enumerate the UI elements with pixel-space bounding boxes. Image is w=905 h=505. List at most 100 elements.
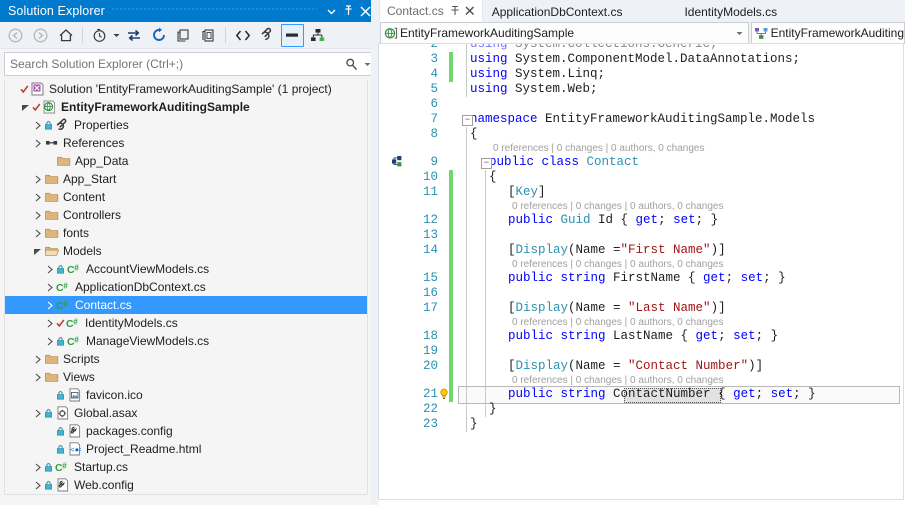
expander-collapsed-icon[interactable] (44, 332, 55, 350)
back-icon[interactable] (4, 24, 27, 47)
pending-changes-icon[interactable] (88, 24, 111, 47)
tree-item[interactable]: C # AccountViewModels.cs (5, 260, 367, 278)
code-token: { (470, 127, 478, 141)
tree-item[interactable]: Properties (5, 116, 367, 134)
csharp-file-icon: C # (55, 296, 72, 314)
pending-changes-caret-icon[interactable] (112, 25, 121, 46)
tree-item[interactable]: Models (5, 242, 367, 260)
tree-item[interactable]: fonts (5, 224, 367, 242)
code-line[interactable]: using System.Linq; (470, 67, 605, 82)
tree-item-selected[interactable]: C # Contact.cs (5, 296, 367, 314)
tab-close-icon[interactable] (465, 6, 475, 16)
lock-icon (55, 422, 66, 440)
code-line[interactable]: using System.ComponentModel.DataAnnotati… (470, 52, 800, 67)
navbar-type-dropdown[interactable]: EntityFrameworkAuditing (750, 22, 905, 44)
expander-collapsed-icon[interactable] (32, 458, 43, 476)
expander-expanded-icon[interactable] (32, 242, 43, 260)
tree-item[interactable]: Solution 'EntityFrameworkAuditingSample'… (5, 80, 367, 98)
solution-tree[interactable]: Solution 'EntityFrameworkAuditingSample'… (4, 80, 368, 495)
tree-item[interactable]: <●> Project_Readme.html (5, 440, 367, 458)
codelens-changes-icon[interactable] (392, 156, 402, 170)
code-line[interactable]: using System.Web; (470, 82, 598, 97)
editor-tab[interactable]: IdentityModels.cs (677, 1, 784, 22)
code-line[interactable]: using System.Collections.Generic; (470, 44, 718, 52)
expander-collapsed-icon[interactable] (32, 206, 43, 224)
code-line[interactable]: [Key] (508, 185, 546, 200)
outlining-collapse-icon[interactable]: − (462, 115, 473, 126)
refresh-icon[interactable] (147, 24, 170, 47)
tree-item[interactable]: Web.config (5, 476, 367, 494)
search-input[interactable] (5, 57, 341, 71)
show-all-files-icon[interactable] (197, 24, 220, 47)
code-line[interactable]: { (470, 127, 478, 142)
view-code-icon[interactable] (231, 24, 254, 47)
codelens-indicator[interactable]: 0 references | 0 changes | 0 authors, 0 … (512, 200, 723, 213)
tree-item[interactable]: App_Data (5, 152, 367, 170)
code-line[interactable]: } (470, 417, 478, 432)
tree-item[interactable]: App_Start (5, 170, 367, 188)
navbar-project-dropdown[interactable]: EntityFrameworkAuditingSample (380, 22, 749, 44)
forward-icon[interactable] (29, 24, 52, 47)
expander-collapsed-icon[interactable] (32, 134, 43, 152)
tree-item[interactable]: Scripts (5, 350, 367, 368)
tree-item[interactable]: Views (5, 368, 367, 386)
properties-icon[interactable] (256, 24, 279, 47)
tree-item[interactable]: C # IdentityModels.cs (5, 314, 367, 332)
expander-collapsed-icon[interactable] (44, 314, 55, 332)
code-token: )] (710, 301, 726, 315)
tree-item[interactable]: favicon.ico (5, 386, 367, 404)
panel-splitter[interactable] (371, 0, 378, 505)
code-line[interactable]: } (489, 402, 497, 417)
codelens-indicator[interactable]: 0 references | 0 changes | 0 authors, 0 … (512, 316, 723, 329)
code-line[interactable]: { (489, 170, 497, 185)
codelens-indicator[interactable]: 0 references | 0 changes | 0 authors, 0 … (512, 258, 723, 271)
home-icon[interactable] (54, 24, 77, 47)
expander-collapsed-icon[interactable] (32, 404, 43, 422)
search-icon[interactable] (341, 58, 361, 71)
code-line[interactable]: public Guid Id { get; set; } (508, 213, 718, 228)
expander-collapsed-icon[interactable] (32, 476, 43, 494)
code-line[interactable]: [Display(Name = "Last Name")] (508, 301, 726, 316)
tree-item[interactable]: C # ManageViewModels.cs (5, 332, 367, 350)
code-line[interactable]: namespace EntityFrameworkAuditingSample.… (470, 112, 815, 127)
expander-collapsed-icon[interactable] (32, 368, 43, 386)
editor-tab-active[interactable]: Contact.cs (379, 0, 483, 22)
tab-pin-icon[interactable] (450, 5, 460, 16)
tree-item[interactable]: Global.asax (5, 404, 367, 422)
expander-collapsed-icon[interactable] (44, 260, 55, 278)
tree-item[interactable]: C # Startup.cs (5, 458, 367, 476)
code-line[interactable]: [Display(Name = "Contact Number")] (508, 359, 763, 374)
expander-expanded-icon[interactable] (20, 98, 31, 116)
outlining-collapse-icon[interactable]: − (481, 158, 492, 169)
tree-item[interactable]: References (5, 134, 367, 152)
expander-collapsed-icon[interactable] (32, 224, 43, 242)
code-line[interactable]: public string FirstName { get; set; } (508, 271, 786, 286)
tree-item[interactable]: C # ApplicationDbContext.cs (5, 278, 367, 296)
navbar-project-caret-icon[interactable] (732, 29, 748, 38)
tree-item-label: Solution 'EntityFrameworkAuditingSample'… (49, 82, 332, 96)
panel-dropdown-icon[interactable] (323, 2, 340, 20)
code-line[interactable]: [Display(Name ="First Name")] (508, 243, 726, 258)
codelens-indicator[interactable]: 0 references | 0 changes | 0 authors, 0 … (493, 142, 704, 155)
code-surface[interactable]: 2 using System.Collections.Generic; 3 using… (378, 44, 905, 500)
preview-selected-items-icon[interactable] (281, 23, 304, 47)
tree-item[interactable]: EntityFrameworkAuditingSample (5, 98, 367, 116)
expander-collapsed-icon[interactable] (44, 296, 55, 314)
pin-icon[interactable] (340, 2, 357, 20)
collapse-all-icon[interactable] (172, 24, 195, 47)
code-line[interactable]: public class Contact (489, 155, 639, 170)
expander-collapsed-icon[interactable] (32, 116, 43, 134)
tree-item[interactable]: packages.config (5, 422, 367, 440)
expander-collapsed-icon[interactable] (44, 278, 55, 296)
expander-collapsed-icon[interactable] (32, 170, 43, 188)
expander-collapsed-icon[interactable] (32, 188, 43, 206)
code-line[interactable]: public string ContactNumber { get; set; … (508, 387, 816, 402)
tree-item[interactable]: Controllers (5, 206, 367, 224)
code-line[interactable]: public string LastName { get; set; } (508, 329, 778, 344)
tree-item[interactable]: Content (5, 188, 367, 206)
editor-tab[interactable]: ApplicationDbContext.cs (485, 1, 630, 22)
expander-collapsed-icon[interactable] (32, 350, 43, 368)
search-box[interactable] (4, 52, 374, 76)
class-view-icon[interactable] (306, 24, 329, 47)
sync-with-active-document-icon[interactable] (122, 24, 145, 47)
